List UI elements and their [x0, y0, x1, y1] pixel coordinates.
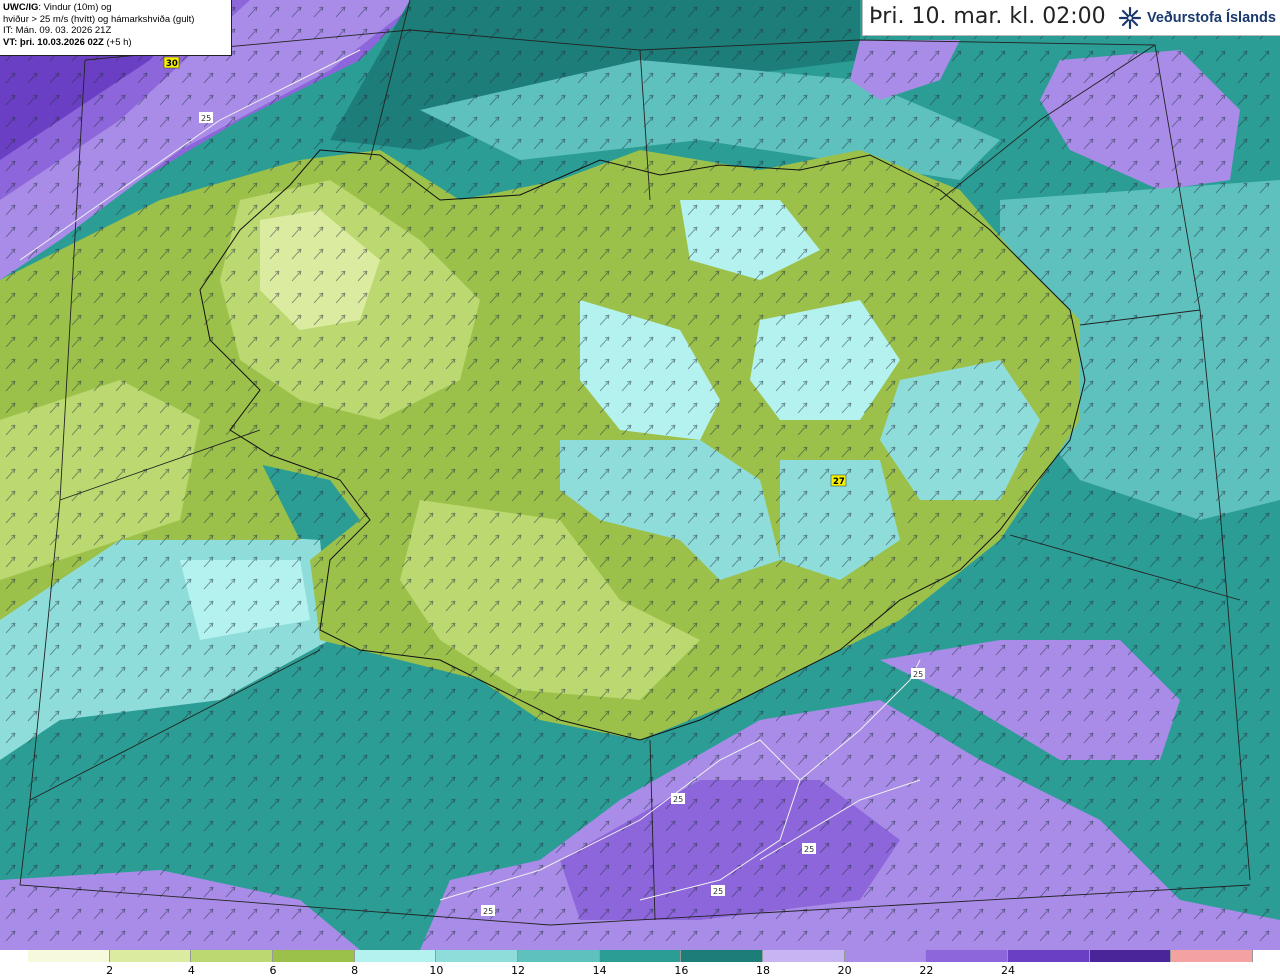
legend-swatch [1171, 950, 1254, 962]
max-gust-label: 27 [833, 477, 845, 487]
wind-map[interactable]: 25 25 25 25 25 25 30 27 [0, 0, 1280, 950]
legend-tick-label: 6 [269, 964, 277, 977]
initial-time: IT: Mán. 09. 03. 2026 21Z [3, 25, 112, 36]
legend-tick-label: 22 [919, 964, 934, 977]
contour-label: 25 [673, 795, 683, 804]
logo-text: Veðurstofa Íslands [1147, 10, 1276, 26]
contour-label: 25 [201, 114, 211, 123]
color-legend: 2 4 6 8 10 12 14 16 18 20 22 24 [0, 950, 1280, 978]
legend-tick-label: 12 [511, 964, 525, 977]
legend-tick-label: 24 [1001, 964, 1015, 977]
legend-swatch [273, 950, 355, 962]
legend-swatch [436, 950, 519, 962]
legend-swatch [763, 950, 845, 962]
legend-tick-label: 16 [674, 964, 689, 977]
lead-time: (+5 h) [103, 36, 132, 48]
legend-tick-label: 14 [592, 964, 607, 977]
legend-tick-label: 18 [756, 964, 770, 977]
max-gust-label: 30 [166, 59, 178, 69]
legend-tick-label: 8 [351, 964, 359, 977]
legend-swatch [599, 950, 682, 962]
legend-swatch [1089, 950, 1172, 962]
legend-swatch [28, 950, 110, 962]
legend-tick-label: 10 [429, 964, 444, 977]
contour-label: 25 [713, 887, 723, 896]
title-bar: Þri. 10. mar. kl. 02:00 Veðurstofa Íslan… [862, 0, 1280, 36]
contour-label: 25 [483, 907, 493, 916]
legend-swatch [844, 950, 927, 962]
contour-label: 25 [913, 670, 923, 679]
snowflake-logo-icon [1118, 6, 1142, 30]
legend-swatch [681, 950, 764, 962]
forecast-info-box: UWC/IG: Vindur (10m) og hviður > 25 m/s … [0, 0, 232, 56]
legend-tick-label: 20 [837, 964, 852, 977]
legend-swatch [191, 950, 274, 962]
legend-swatch [1008, 950, 1090, 962]
valid-time: VT: þri. 10.03.2026 02Z [3, 36, 104, 48]
legend-swatch [926, 950, 1009, 962]
contour-label: 25 [804, 845, 814, 854]
legend-tick-label: 2 [106, 964, 114, 977]
model-description: : Vindur (10m) og [38, 2, 112, 13]
legend-swatch [518, 950, 600, 962]
legend-swatch [109, 950, 192, 962]
legend-color-bar [28, 950, 1254, 962]
vedurstofa-logo[interactable]: Veðurstofa Íslands [1117, 6, 1276, 30]
model-name: UWC/IG [3, 2, 39, 13]
legend-swatch [354, 950, 437, 962]
legend-tick-label: 4 [187, 964, 195, 977]
wind-arrows [0, 0, 1280, 950]
gust-description: hviður > 25 m/s (hvítt) og hámarkshviða … [3, 13, 195, 25]
forecast-time-title: Þri. 10. mar. kl. 02:00 [869, 4, 1106, 29]
